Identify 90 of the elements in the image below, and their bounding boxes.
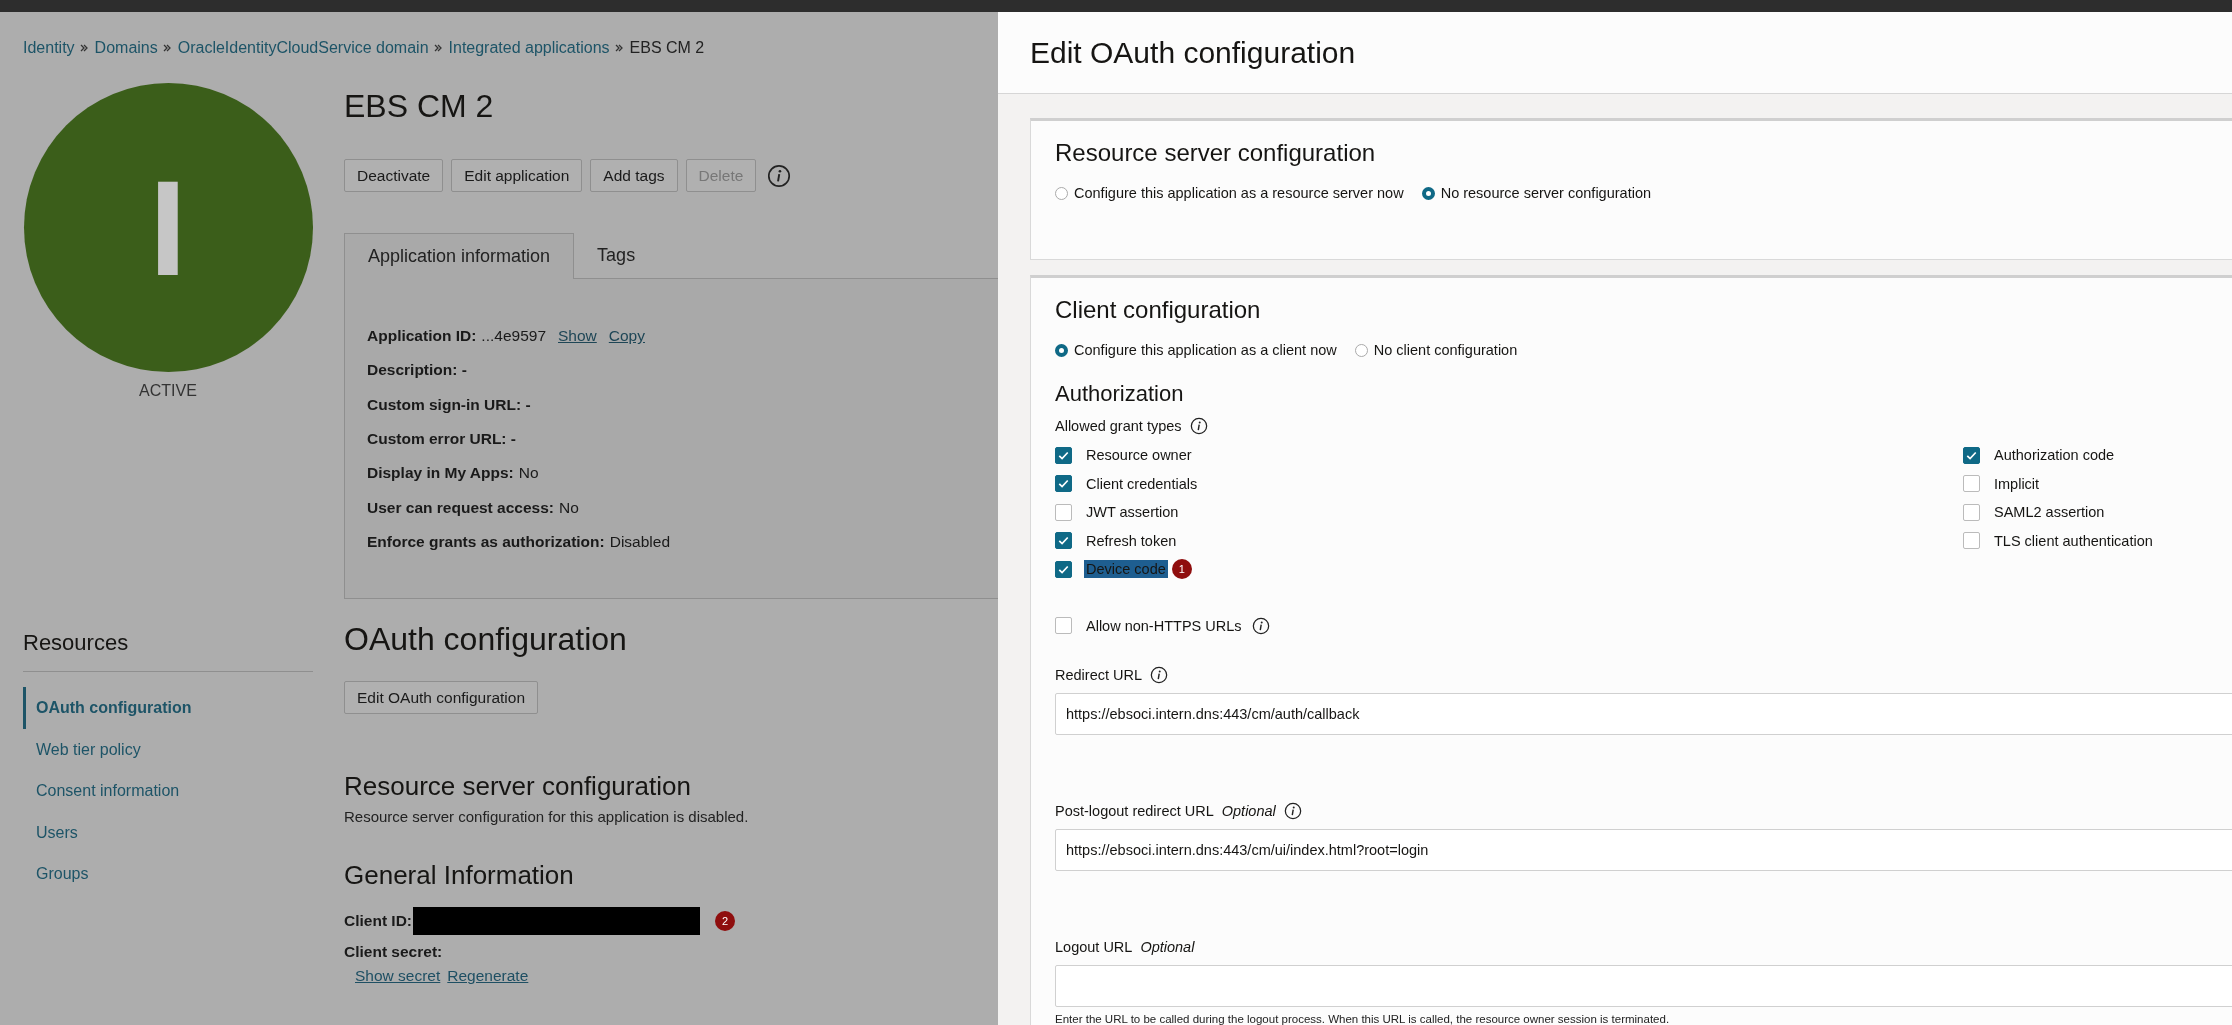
checkbox[interactable]	[1055, 617, 1072, 635]
checkbox-label: TLS client authentication	[1993, 531, 2154, 550]
chevron-icon	[79, 44, 88, 52]
info-value: Disabled	[609, 532, 670, 551]
checkbox[interactable]	[1963, 503, 1980, 521]
breadcrumb-current: EBS CM 2	[629, 39, 705, 57]
chevron-icon	[614, 44, 623, 52]
annotation-badge: 2	[715, 911, 736, 931]
breadcrumb-link[interactable]: OracleIdentityCloudService domain	[177, 39, 429, 57]
breadcrumb-link[interactable]: Integrated applications	[448, 39, 610, 57]
sidebar-item[interactable]: Consent information	[23, 770, 313, 812]
card-heading: Resource server configuration	[1055, 138, 1377, 168]
section-description: Resource server configuration for this application is disabled.	[344, 808, 749, 825]
checkbox-label: JWT assertion	[1085, 503, 1180, 522]
inline-link[interactable]: Copy	[608, 327, 645, 346]
field-label: Post-logout redirect URL	[1055, 803, 1214, 819]
info-label: Description: -	[367, 361, 467, 380]
page-title: EBS CM 2	[344, 87, 495, 126]
sidebar-item[interactable]: Web tier policy	[23, 728, 313, 770]
checkbox[interactable]	[1055, 446, 1072, 464]
url-input-field[interactable]: https://ebsoci.intern.dns:443/cm/ui/index.html?root=login	[1055, 829, 2232, 871]
status-label: ACTIVE	[139, 382, 197, 400]
inline-link[interactable]: Show	[558, 327, 597, 346]
url-input-field[interactable]	[1055, 965, 2232, 1007]
section-heading: General Information	[344, 859, 574, 891]
edit-oauth-button[interactable]: Edit OAuth configuration	[344, 681, 539, 714]
checkbox[interactable]	[1963, 532, 1980, 550]
subsection-heading: Authorization	[1055, 380, 1185, 408]
action-button[interactable]: Add tags	[590, 159, 678, 192]
sidebar-item[interactable]: OAuth configuration	[23, 687, 313, 729]
checkbox-label: Allow non-HTTPS URLs	[1085, 616, 1243, 635]
checkbox[interactable]	[1055, 560, 1072, 578]
radio-button[interactable]	[1055, 186, 1068, 200]
drawer-title: Edit OAuth configuration	[1030, 35, 1356, 70]
breadcrumb-link[interactable]: Domains	[94, 39, 158, 57]
tab[interactable]: Application information	[344, 233, 575, 279]
section-heading: OAuth configuration	[344, 620, 627, 659]
info-label: Enforce grants as authorization:	[367, 532, 605, 551]
inline-link[interactable]: Regenerate	[447, 967, 529, 985]
info-icon[interactable]	[1283, 802, 1302, 820]
radio-button[interactable]	[1055, 343, 1068, 357]
info-icon[interactable]	[1251, 616, 1270, 635]
radio-button[interactable]	[1421, 186, 1435, 200]
help-text: Enter the URL to be called during the logout process. When this URL is called, the resource owner session is terminated.	[1055, 1013, 1671, 1025]
checkbox[interactable]	[1055, 532, 1072, 550]
info-label: Application ID:	[367, 327, 477, 346]
checkbox-label: Device code	[1084, 560, 1168, 579]
field-label: Redirect URL	[1055, 667, 1143, 683]
resources-heading: Resources	[23, 629, 313, 672]
checkbox-label: Refresh token	[1085, 531, 1178, 550]
info-icon[interactable]	[767, 163, 792, 188]
optional-label: Optional	[1221, 803, 1276, 819]
chevron-icon	[162, 44, 171, 52]
checkbox-label: Client credentials	[1085, 474, 1199, 493]
checkbox[interactable]	[1055, 503, 1072, 521]
action-button[interactable]: Deactivate	[344, 159, 444, 192]
checkbox-label: Authorization code	[1993, 446, 2116, 465]
info-label: Custom error URL: -	[367, 430, 516, 449]
inline-link[interactable]: Show secret	[355, 967, 441, 985]
card-heading: Client configuration	[1055, 295, 1262, 325]
info-label: Custom sign-in URL: -	[367, 395, 531, 414]
action-button[interactable]: Edit application	[451, 159, 583, 192]
info-label: User can request access:	[367, 498, 554, 517]
checkbox-label: Implicit	[1993, 474, 2041, 493]
app-avatar: I	[23, 83, 313, 372]
checkbox[interactable]	[1963, 446, 1980, 464]
sidebar-item[interactable]: Users	[23, 811, 313, 853]
radio-button[interactable]	[1354, 343, 1368, 357]
info-value: No	[518, 464, 539, 483]
annotation-badge: 1	[1171, 559, 1192, 580]
field-label: Allowed grant types	[1055, 418, 1182, 434]
section-heading: Resource server configuration	[344, 770, 691, 802]
checkbox[interactable]	[1963, 475, 1980, 493]
field-label: Logout URL	[1055, 939, 1133, 955]
info-icon[interactable]	[1150, 666, 1169, 684]
checkbox[interactable]	[1055, 475, 1072, 493]
info-label: Display in My Apps:	[367, 464, 514, 483]
checkbox-label: Resource owner	[1085, 446, 1193, 465]
checkbox-label: SAML2 assertion	[1993, 503, 2106, 522]
tab[interactable]: Tags	[574, 233, 659, 277]
chevron-icon	[433, 44, 442, 52]
info-value: ...4e9597	[481, 327, 546, 346]
optional-label: Optional	[1140, 939, 1195, 955]
url-input-field[interactable]: https://ebsoci.intern.dns:443/cm/auth/callback	[1055, 693, 2232, 735]
info-value: No	[558, 498, 579, 517]
info-label: Client secret:	[344, 943, 443, 960]
sidebar-item[interactable]: Groups	[23, 853, 313, 895]
breadcrumb-link[interactable]: Identity	[23, 39, 75, 57]
info-icon[interactable]	[1189, 417, 1208, 435]
info-label: Client ID:	[344, 912, 413, 930]
